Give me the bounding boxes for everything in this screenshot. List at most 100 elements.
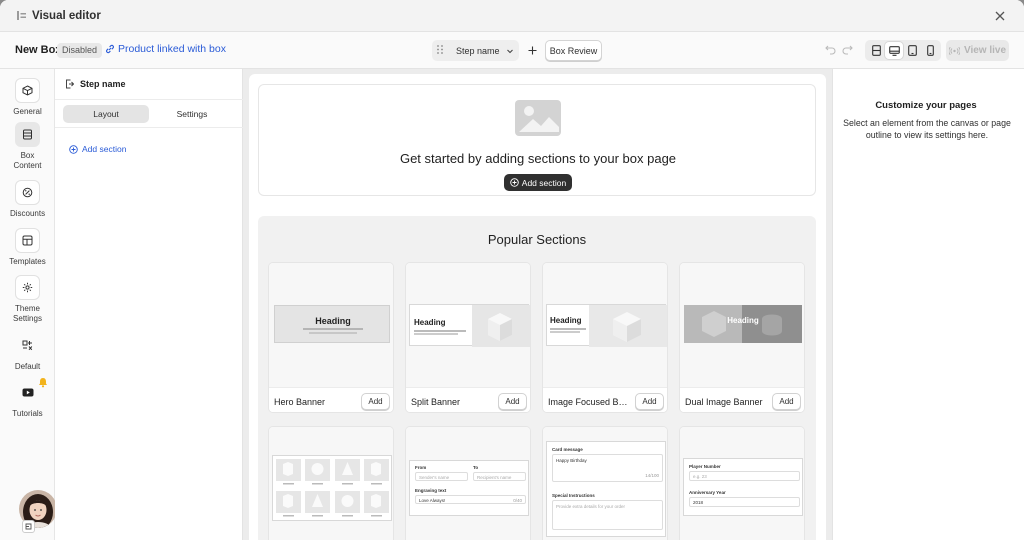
plus-circle-icon: [69, 144, 78, 154]
empty-state-heading: Get started by adding sections to your b…: [399, 151, 677, 166]
preview-engraving-count: 0/40: [513, 498, 522, 503]
redo-icon[interactable]: [842, 44, 853, 55]
image-placeholder-icon: [515, 100, 561, 136]
preview-text-line: [414, 333, 458, 335]
section-card-footer: Dual Image Banner Add: [680, 387, 804, 412]
preview-image: [472, 305, 530, 347]
preview-text-line: [550, 331, 580, 333]
view-live-button[interactable]: View live: [946, 40, 1009, 61]
empty-state-card: Get started by adding sections to your b…: [258, 84, 816, 196]
app-icon: [16, 11, 26, 21]
nav-item-box-content[interactable]: Box Content: [0, 122, 55, 171]
undo-icon[interactable]: [825, 44, 836, 55]
step-select[interactable]: Step name: [432, 40, 519, 61]
template-icon: [15, 228, 40, 253]
gear-icon: [15, 275, 40, 300]
section-card-gift-message[interactable]: Card message Happy Birthday 14/100 Speci…: [542, 426, 668, 540]
add-dual-image-banner-button[interactable]: Add: [772, 393, 801, 410]
step-panel-header: Step name: [55, 69, 243, 100]
close-icon[interactable]: [992, 8, 1008, 24]
nav-item-theme-settings[interactable]: Theme Settings: [0, 275, 55, 324]
preview-text-line: [414, 330, 466, 332]
add-split-banner-button[interactable]: Add: [498, 393, 527, 410]
preview-from-label: From: [415, 465, 427, 470]
add-section-button[interactable]: Add section: [504, 174, 572, 191]
section-card-dual-image-banner[interactable]: Heading Dual Image Banner Add: [679, 262, 805, 413]
section-preview: From To Sender's name Recipient's name E…: [406, 427, 530, 540]
collapse-sidebar-icon[interactable]: [22, 520, 35, 533]
preview-to-field: Recipient's name: [473, 472, 526, 481]
status-badge: Disabled: [57, 43, 103, 58]
nav-label-general: General: [13, 107, 42, 116]
section-card-name: Split Banner: [411, 397, 461, 407]
section-card-hero-banner[interactable]: Heading Hero Banner Add: [268, 262, 394, 413]
nav-item-default[interactable]: Default: [0, 333, 55, 372]
preview-engraving-field: Love Always! 0/40: [415, 495, 526, 504]
divider: [55, 127, 243, 128]
nav-item-general[interactable]: General: [0, 78, 55, 117]
tablet-view-icon[interactable]: [903, 42, 921, 59]
add-section-button-label: Add section: [521, 177, 567, 188]
add-section-link[interactable]: Add section: [69, 144, 126, 154]
drag-handle-icon[interactable]: [437, 44, 445, 57]
add-section-link-label: Add section: [82, 144, 127, 154]
bell-notification-icon[interactable]: [38, 377, 48, 388]
add-hero-banner-button[interactable]: Add: [361, 393, 390, 410]
nav-item-discounts[interactable]: Discounts: [0, 180, 55, 219]
section-preview: Card message Happy Birthday 14/100 Speci…: [543, 427, 667, 540]
preview-anniversary-label: Anniversary Year: [689, 490, 726, 495]
mobile-view-icon[interactable]: [921, 42, 939, 59]
broadcast-icon: [948, 46, 960, 55]
section-card-footer: Split Banner Add: [406, 387, 530, 412]
section-card-name: Dual Image Banner: [685, 397, 763, 407]
preview-card-message-count: 14/100: [645, 473, 659, 478]
section-card-name: Hero Banner: [274, 397, 326, 407]
tab-settings[interactable]: Settings: [149, 105, 235, 123]
preview-to-placeholder: Recipient's name: [477, 475, 512, 480]
add-step-icon[interactable]: [526, 43, 538, 57]
section-preview: Heading: [680, 263, 804, 387]
view-live-label: View live: [963, 45, 1007, 56]
preview-banner: Heading: [409, 304, 530, 347]
product-linked-link[interactable]: Product linked with box: [105, 43, 226, 55]
left-navigation: General Box Content Discounts Templates …: [0, 69, 55, 540]
nav-label-box-content: Box Content: [13, 151, 42, 170]
full-width-view-icon[interactable]: [867, 42, 885, 59]
add-image-focused-banner-button[interactable]: Add: [635, 393, 664, 410]
section-card-gift-form[interactable]: From To Sender's name Recipient's name E…: [405, 426, 531, 540]
nav-item-templates[interactable]: Templates: [0, 228, 55, 267]
section-preview: [269, 427, 393, 540]
exit-icon[interactable]: [65, 79, 74, 89]
plus-circle-icon: [510, 178, 519, 187]
preview-card-message-field: Happy Birthday 14/100: [552, 454, 663, 482]
top-toolbar: New Box Disabled Product linked with box…: [0, 32, 1024, 69]
section-card-footer: Image Focused Banner Add: [543, 387, 667, 412]
preview-product-grid: [272, 455, 392, 521]
section-preview: Heading: [406, 263, 530, 387]
preview-banner: Heading: [546, 304, 667, 347]
section-preview: Heading: [543, 263, 667, 387]
preview-text-line: [309, 332, 357, 334]
preview-anniversary-value: 2018: [693, 500, 704, 505]
device-switcher: [865, 40, 941, 61]
section-card-player-info[interactable]: Player Number e.g. 23 Anniversary Year 2…: [679, 426, 805, 540]
section-card-image-focused-banner[interactable]: Heading Image Focused Banner Add: [542, 262, 668, 413]
preview-heading: Heading: [414, 318, 446, 327]
preview-from-placeholder: Sender's name: [419, 475, 450, 480]
box-icon: [15, 78, 40, 103]
tab-layout[interactable]: Layout: [63, 105, 149, 123]
section-card-product-grid[interactable]: [268, 426, 394, 540]
popular-sections-title: Popular Sections: [487, 232, 587, 247]
section-card-split-banner[interactable]: Heading Split Banner Add: [405, 262, 531, 413]
preview-banner: Heading: [274, 305, 390, 343]
nav-label-tutorials: Tutorials: [12, 409, 43, 418]
chevron-down-icon: [506, 46, 514, 58]
preview-card-message-label: Card message: [552, 447, 583, 452]
inspector-description: Select an element from the canvas or pag…: [843, 118, 1011, 140]
nav-label-templates: Templates: [9, 257, 46, 266]
preview-text-line: [303, 328, 363, 330]
desktop-view-icon[interactable]: [885, 42, 903, 59]
preview-heading: Heading: [550, 316, 582, 325]
box-review-button[interactable]: Box Review: [545, 40, 602, 61]
nav-label-default: Default: [14, 362, 41, 371]
